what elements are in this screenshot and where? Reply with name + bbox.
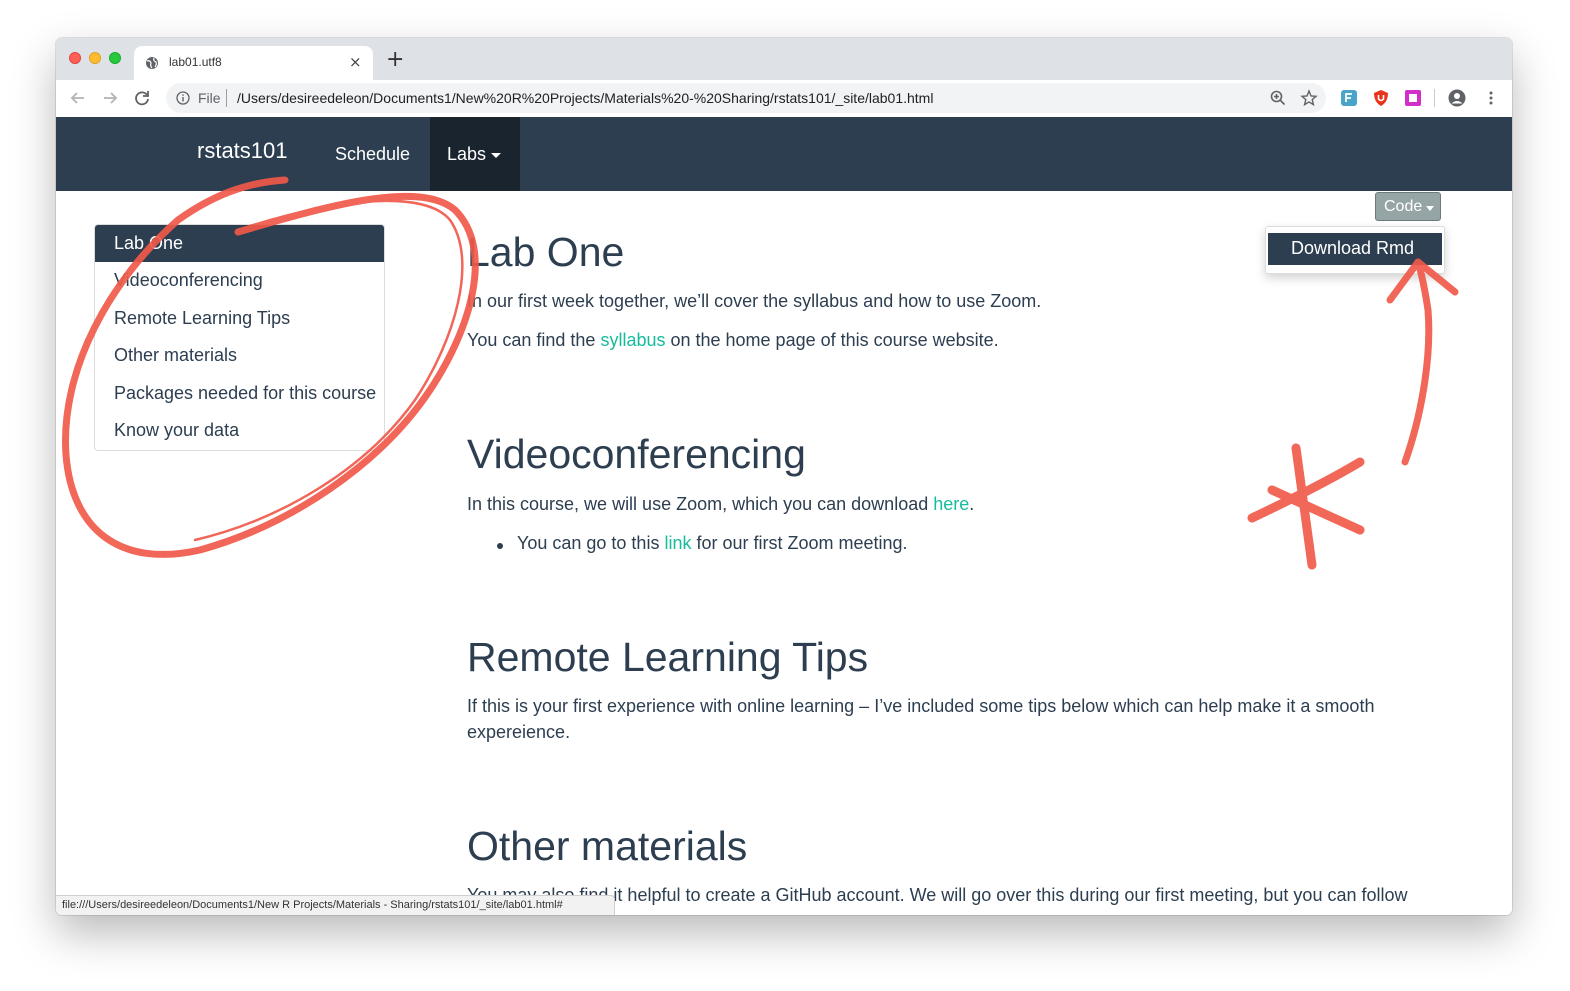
url-separator bbox=[226, 89, 227, 107]
nav-labs-dropdown[interactable]: Labs bbox=[430, 117, 520, 191]
tab-strip: lab01.utf8 × + bbox=[56, 38, 1512, 80]
table-of-contents: Lab One Videoconferencing Remote Learnin… bbox=[94, 224, 385, 451]
toc-item-videoconferencing[interactable]: Videoconferencing bbox=[95, 262, 384, 299]
reload-icon[interactable] bbox=[132, 88, 152, 108]
info-icon[interactable] bbox=[176, 91, 190, 105]
browser-tab[interactable]: lab01.utf8 × bbox=[134, 46, 373, 80]
toc-item-packages[interactable]: Packages needed for this course bbox=[95, 375, 384, 412]
lab-one-paragraph-2: You can find the syllabus on the home pa… bbox=[467, 330, 999, 350]
bullet-dot bbox=[497, 543, 503, 549]
video-paragraph-1: In this course, we will use Zoom, which … bbox=[467, 494, 975, 514]
bookmark-star-icon[interactable] bbox=[1300, 89, 1318, 107]
toc-item-lab-one[interactable]: Lab One bbox=[95, 225, 384, 262]
caret-down-icon bbox=[1426, 206, 1434, 211]
globe-icon bbox=[146, 57, 158, 69]
nav-schedule-link[interactable]: Schedule bbox=[335, 144, 410, 165]
zoom-icon[interactable] bbox=[1269, 89, 1287, 107]
remote-paragraph-line-2: expereience. bbox=[467, 722, 571, 742]
heading-lab-one: Lab One bbox=[467, 229, 625, 275]
heading-videoconferencing: Videoconferencing bbox=[467, 431, 806, 477]
toc-item-know-your-data[interactable]: Know your data bbox=[95, 412, 384, 449]
page-content: Lab One Videoconferencing Remote Learnin… bbox=[56, 191, 1512, 915]
new-tab-button[interactable]: + bbox=[386, 49, 404, 71]
feedly-extension-icon[interactable] bbox=[1340, 89, 1358, 107]
browser-toolbar: File /Users/desireedeleon/Documents1/New… bbox=[56, 80, 1512, 118]
code-dropdown-button[interactable]: Code bbox=[1375, 192, 1441, 221]
zoom-meeting-link[interactable]: link bbox=[664, 533, 691, 553]
window-minimize-button[interactable] bbox=[89, 52, 101, 64]
zoom-download-link[interactable]: here bbox=[933, 494, 969, 514]
heading-remote-learning-tips: Remote Learning Tips bbox=[467, 634, 869, 680]
ublock-extension-icon[interactable] bbox=[1372, 89, 1390, 107]
video-bullet-item: You can go to this link for our first Zo… bbox=[467, 533, 1167, 557]
url-scheme-label: File bbox=[198, 90, 221, 106]
tab-close-icon[interactable]: × bbox=[349, 54, 362, 70]
tab-title: lab01.utf8 bbox=[169, 55, 222, 69]
menu-kebab-icon[interactable] bbox=[1482, 89, 1500, 107]
magenta-extension-icon[interactable] bbox=[1404, 89, 1422, 107]
status-url: file:///Users/desireedeleon/Documents1/N… bbox=[62, 899, 563, 911]
window-close-button[interactable] bbox=[69, 52, 81, 64]
browser-window: lab01.utf8 × + File /Users/desireedeleon… bbox=[56, 38, 1512, 915]
toc-item-remote-learning-tips[interactable]: Remote Learning Tips bbox=[95, 300, 384, 337]
url-text[interactable]: /Users/desireedeleon/Documents1/New%20R%… bbox=[237, 90, 933, 106]
profile-avatar-icon[interactable] bbox=[1448, 89, 1466, 107]
site-navbar: rstats101 Schedule Labs bbox=[56, 117, 1512, 191]
remote-paragraph-line-1: If this is your first experience with on… bbox=[467, 696, 1375, 716]
status-bar: file:///Users/desireedeleon/Documents1/N… bbox=[56, 895, 615, 915]
toolbar-divider bbox=[1434, 89, 1435, 107]
forward-arrow-icon[interactable] bbox=[100, 88, 120, 108]
code-dropdown-menu: Download Rmd bbox=[1265, 226, 1445, 274]
lab-one-paragraph-1: In our first week together, we’ll cover … bbox=[467, 291, 1042, 311]
site-brand[interactable]: rstats101 bbox=[197, 138, 288, 164]
toc-item-other-materials[interactable]: Other materials bbox=[95, 337, 384, 374]
syllabus-link[interactable]: syllabus bbox=[600, 330, 665, 350]
nav-labs-label: Labs bbox=[447, 144, 487, 164]
window-zoom-button[interactable] bbox=[109, 52, 121, 64]
back-arrow-icon[interactable] bbox=[68, 88, 88, 108]
caret-down-icon bbox=[491, 153, 501, 158]
heading-other-materials: Other materials bbox=[467, 823, 748, 869]
download-rmd-menu-item[interactable]: Download Rmd bbox=[1268, 233, 1442, 265]
address-bar[interactable]: File /Users/desireedeleon/Documents1/New… bbox=[166, 83, 1326, 113]
